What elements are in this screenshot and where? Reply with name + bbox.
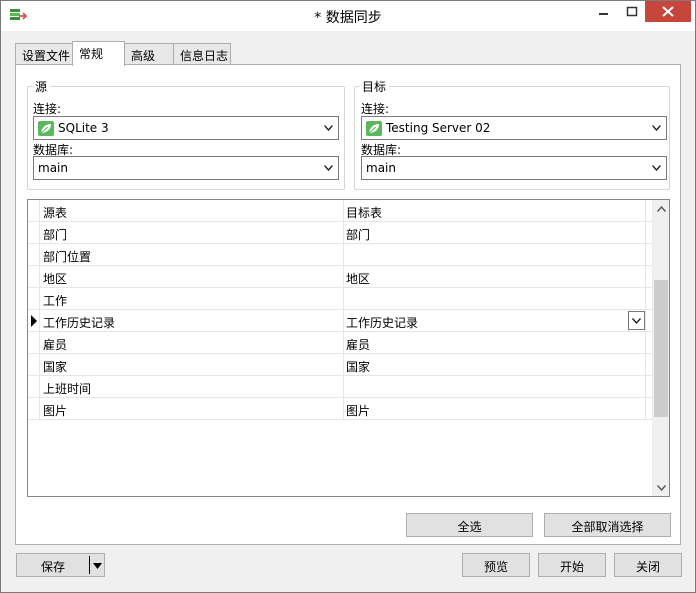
target-table-cell[interactable]: 图片 [344, 398, 646, 420]
row-indicator [28, 354, 40, 376]
target-table-cell[interactable]: 地区 [344, 266, 646, 288]
target-table-dropdown-button[interactable] [628, 311, 645, 330]
close-button[interactable]: 关闭 [614, 553, 682, 577]
chevron-down-icon [652, 165, 661, 171]
table-row[interactable]: 工作 [28, 288, 652, 310]
grid-header-row: 源表 目标表 [28, 200, 652, 222]
current-row-indicator-icon [28, 310, 40, 332]
chevron-down-icon [324, 165, 333, 171]
preview-button[interactable]: 预览 [462, 553, 530, 577]
column-header-source-table[interactable]: 源表 [40, 200, 344, 222]
table-row[interactable]: 雇员 雇员 [28, 332, 652, 354]
table-row[interactable]: 图片 图片 [28, 398, 652, 420]
tab-general[interactable]: 常规 [72, 41, 125, 66]
scroll-up-icon[interactable] [657, 206, 666, 212]
source-connection-label: 连接: [33, 102, 62, 116]
target-table-cell[interactable] [344, 376, 646, 398]
table-row[interactable]: 部门 部门 [28, 222, 652, 244]
target-connection-label: 连接: [361, 102, 390, 116]
grid-vertical-scrollbar[interactable] [652, 200, 669, 496]
target-table-cell[interactable]: 国家 [344, 354, 646, 376]
table-row[interactable]: 上班时间 [28, 376, 652, 398]
tab-message-log[interactable]: 信息日志 [173, 43, 231, 65]
source-table-cell[interactable]: 工作历史记录 [40, 310, 344, 332]
title-bar: * 数据同步 [1, 1, 695, 31]
target-connection-select[interactable]: Testing Server 02 [361, 116, 667, 140]
chevron-down-icon [631, 318, 642, 325]
row-indicator [28, 288, 40, 310]
target-table-cell[interactable] [344, 244, 646, 266]
row-indicator [28, 244, 40, 266]
row-indicator [28, 222, 40, 244]
minimize-button[interactable] [589, 1, 619, 23]
target-connection-value: Testing Server 02 [386, 121, 491, 135]
save-button-label: 保存 [40, 560, 65, 574]
source-table-cell[interactable]: 部门 [40, 222, 344, 244]
start-button[interactable]: 开始 [538, 553, 606, 577]
tab-profile[interactable]: 设置文件 [15, 43, 73, 65]
target-table-editor[interactable]: 工作历史记录 [344, 310, 646, 332]
source-table-cell[interactable]: 部门位置 [40, 244, 344, 266]
current-row-arrow-icon [31, 315, 37, 327]
close-icon [662, 6, 674, 17]
scroll-down-icon[interactable] [657, 485, 666, 491]
chevron-down-icon [652, 125, 661, 131]
source-database-select[interactable]: main [33, 156, 339, 180]
target-table-cell[interactable] [344, 288, 646, 310]
target-table-cell[interactable]: 部门 [344, 222, 646, 244]
close-window-button[interactable] [645, 1, 691, 22]
target-table-cell[interactable]: 雇员 [344, 332, 646, 354]
source-database-value: main [38, 161, 68, 175]
chevron-down-icon [324, 125, 333, 131]
maximize-icon [626, 6, 638, 17]
row-indicator [28, 332, 40, 354]
table-mapping-grid: 源表 目标表 部门 部门 部门位置 地区 地区 工作 工作历史记录 工作历史记录 雇员 雇员 国家国… [27, 199, 670, 497]
target-database-select[interactable]: main [361, 156, 667, 180]
column-header-target-table[interactable]: 目标表 [344, 200, 646, 222]
source-table-cell[interactable]: 图片 [40, 398, 344, 420]
save-split-button[interactable]: 保存 [16, 553, 105, 577]
data-sync-window: * 数据同步 设置文件 常规 高级 信息日志 源 连接: SQLite 3 数据… [0, 0, 696, 593]
row-indicator [28, 376, 40, 398]
minimize-icon [599, 13, 608, 15]
sqlite-leaf-icon [366, 121, 382, 136]
split-divider [89, 556, 90, 574]
table-row[interactable]: 地区 地区 [28, 266, 652, 288]
source-table-cell[interactable]: 上班时间 [40, 376, 344, 398]
source-connection-value: SQLite 3 [58, 121, 109, 135]
table-row[interactable]: 国家 国家 [28, 354, 652, 376]
row-indicator [28, 398, 40, 420]
row-indicator [28, 266, 40, 288]
target-legend: 目标 [362, 80, 387, 94]
source-table-cell[interactable]: 国家 [40, 354, 344, 376]
table-row[interactable]: 部门位置 [28, 244, 652, 266]
table-row[interactable]: 工作历史记录 工作历史记录 [28, 310, 652, 332]
maximize-button[interactable] [617, 1, 647, 23]
scroll-thumb[interactable] [654, 280, 668, 417]
sqlite-leaf-icon [38, 121, 54, 136]
source-connection-select[interactable]: SQLite 3 [33, 116, 339, 140]
target-database-value: main [366, 161, 396, 175]
source-table-cell[interactable]: 雇员 [40, 332, 344, 354]
source-legend: 源 [35, 80, 48, 94]
deselect-all-button[interactable]: 全部取消选择 [544, 513, 671, 537]
tab-advanced[interactable]: 高级 [124, 43, 174, 65]
source-table-cell[interactable]: 地区 [40, 266, 344, 288]
select-all-button[interactable]: 全选 [406, 513, 533, 537]
caret-down-icon[interactable] [93, 563, 102, 569]
header-indicator [28, 200, 40, 222]
source-table-cell[interactable]: 工作 [40, 288, 344, 310]
